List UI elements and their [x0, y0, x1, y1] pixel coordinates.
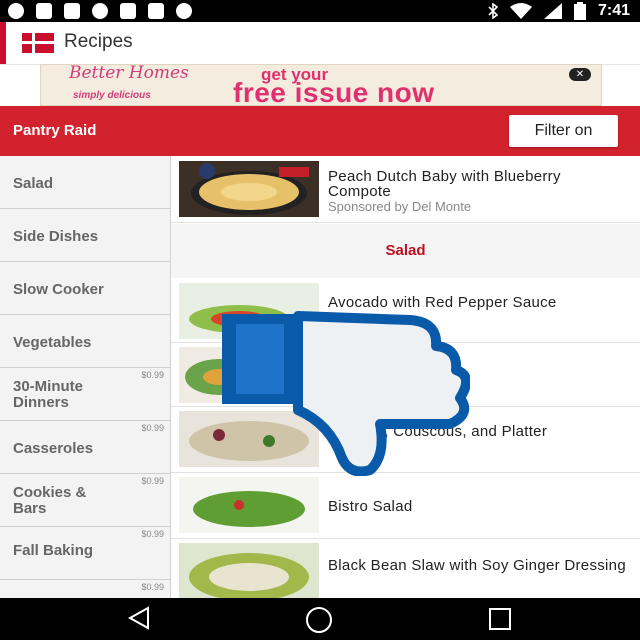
map-icon — [64, 3, 80, 19]
status-time: 7:41 — [597, 2, 630, 19]
recipe-thumbnail — [179, 543, 319, 598]
filter-bar: Pantry Raid Filter on — [0, 106, 640, 156]
back-icon[interactable] — [126, 606, 152, 630]
sync-icon — [92, 3, 108, 19]
recipe-title: Peach Dutch Baby with Blueberry Compote — [328, 168, 561, 200]
android-icon — [176, 3, 192, 19]
sidebar-item-label: Side Dishes — [13, 228, 99, 245]
sidebar-item-price: $0.99 — [141, 582, 164, 592]
sidebar-item-label: Vegetables — [13, 334, 92, 351]
signal-icon — [543, 3, 562, 19]
ad-brand: Better Homes — [69, 64, 189, 83]
category-sidebar: Salad Side Dishes Slow Cooker Vegetables… — [0, 156, 171, 598]
recipe-row[interactable]: Bistro Salad — [171, 472, 640, 539]
recipe-thumbnail — [179, 477, 319, 533]
ad-headline-2: free issue now — [233, 77, 435, 106]
recipe-title: Black Bean Slaw with Soy Ginger Dressing — [328, 557, 626, 574]
sidebar-item-price: $0.99 — [141, 423, 164, 433]
section-header: Salad — [171, 224, 640, 278]
lock-icon — [120, 3, 136, 19]
sidebar-item-side-dishes[interactable]: Side Dishes — [0, 209, 170, 262]
battery-icon — [573, 2, 586, 20]
home-icon[interactable] — [306, 607, 332, 633]
sidebar-item-30-minute-dinners[interactable]: $0.99 30-Minute Dinners — [0, 368, 170, 421]
sidebar-item-label: Slow Cooker — [13, 281, 104, 298]
sponsored-recipe-row[interactable]: Peach Dutch Baby with Blueberry Compote … — [171, 156, 640, 223]
recipe-sponsor: Sponsored by Del Monte — [328, 199, 472, 214]
section-title: Salad — [385, 242, 426, 259]
sidebar-item-price: $0.99 — [141, 529, 164, 539]
magazine-cover-image: Better Homes simply delicious — [69, 64, 219, 104]
status-bar: 7:41 — [0, 0, 640, 22]
sidebar-item-casseroles[interactable]: $0.99 Casseroles — [0, 421, 170, 474]
recents-icon[interactable] — [489, 608, 511, 630]
sidebar-item-cookies-bars[interactable]: $0.99 Cookies & Bars — [0, 474, 170, 527]
thumbs-down-icon — [222, 311, 470, 476]
wifi-icon — [509, 3, 532, 19]
sidebar-item-label: Fall Baking — [13, 542, 94, 559]
facebook-icon — [36, 3, 52, 19]
app-bar: Recipes — [0, 22, 640, 65]
sidebar-item-more[interactable]: $0.99 — [0, 580, 170, 598]
sidebar-item-label: Casseroles — [13, 440, 94, 457]
ad-brand-sub: simply delicious — [73, 90, 151, 101]
tools-icon — [148, 3, 164, 19]
sidebar-item-price: $0.99 — [141, 370, 164, 380]
sidebar-item-slow-cooker[interactable]: Slow Cooker — [0, 262, 170, 315]
clock-icon — [8, 3, 24, 19]
navigation-bar — [0, 598, 640, 640]
drawer-handle[interactable] — [0, 22, 6, 64]
sidebar-item-label: Salad — [13, 175, 54, 192]
ad-banner[interactable]: Better Homes simply delicious get your f… — [40, 64, 602, 106]
recipe-thumbnail — [179, 161, 319, 217]
filter-button[interactable]: Filter on — [509, 115, 618, 147]
app-logo-icon — [22, 33, 54, 53]
sidebar-item-vegetables[interactable]: Vegetables — [0, 315, 170, 368]
recipe-title: Bistro Salad — [328, 498, 413, 515]
recipe-row[interactable]: Black Bean Slaw with Soy Ginger Dressing — [171, 538, 640, 598]
sidebar-item-fall-baking[interactable]: $0.99 Fall Baking — [0, 527, 170, 580]
sidebar-item-label: Cookies & Bars — [13, 484, 87, 517]
sidebar-item-label: 30-Minute Dinners — [13, 378, 84, 411]
sidebar-item-price: $0.99 — [141, 476, 164, 486]
app-title: Recipes — [64, 31, 133, 52]
filter-bar-title: Pantry Raid — [13, 122, 97, 139]
sidebar-item-salad[interactable]: Salad — [0, 156, 170, 209]
ad-close-icon[interactable]: ✕ — [569, 68, 591, 81]
bluetooth-icon — [488, 3, 498, 19]
